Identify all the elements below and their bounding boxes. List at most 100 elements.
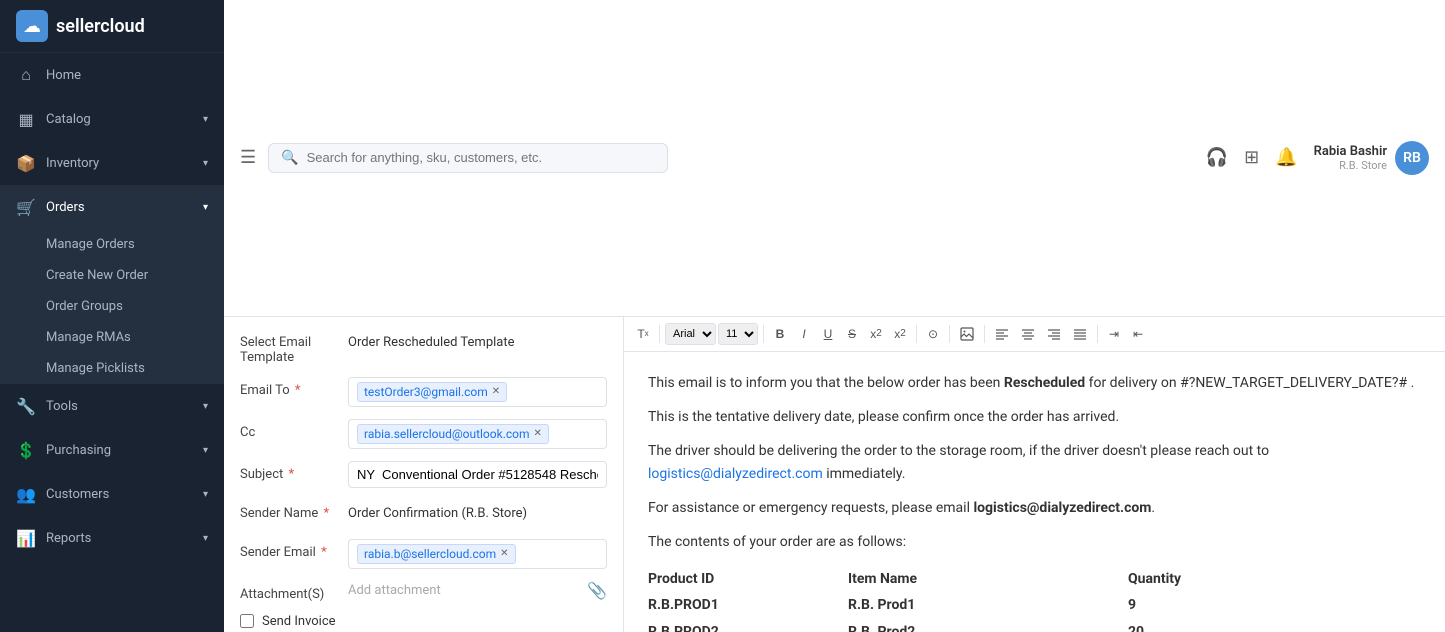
- attachments-label: Attachment(S): [240, 581, 340, 602]
- sidebar-item-tools[interactable]: 🔧 Tools ▾: [0, 384, 224, 428]
- logo-area: ☁ sellercloud: [0, 0, 224, 53]
- subject-value[interactable]: [348, 461, 607, 488]
- subscript-button[interactable]: x2: [865, 323, 887, 345]
- orders-icon: 🛒: [16, 197, 36, 217]
- headset-icon[interactable]: 🎧: [1206, 147, 1228, 168]
- justify-button[interactable]: [1068, 323, 1092, 345]
- cc-value[interactable]: rabia.sellercloud@outlook.com ✕: [348, 419, 607, 449]
- main-area: ☰ 🔍 🎧 ⊞ 🔔 Rabia Bashir R.B. Store RB Sel…: [224, 0, 1445, 632]
- attachment-placeholder: Add attachment: [348, 583, 579, 598]
- chevron-down-icon: ▾: [203, 202, 208, 213]
- toolbar-divider: [659, 325, 660, 343]
- logo-text: sellercloud: [56, 16, 145, 37]
- cc-tag-input[interactable]: rabia.sellercloud@outlook.com ✕: [348, 419, 607, 449]
- email-to-tag: testOrder3@gmail.com ✕: [357, 382, 507, 402]
- sidebar-item-orders[interactable]: 🛒 Orders ▾: [0, 185, 224, 229]
- outdent-button[interactable]: ⇤: [1127, 323, 1149, 345]
- attachments-row: Attachment(S) Add attachment 📎: [240, 581, 607, 602]
- bell-icon[interactable]: 🔔: [1275, 147, 1297, 168]
- driver-paragraph: The driver should be delivering the orde…: [648, 440, 1421, 485]
- purchasing-icon: 💲: [16, 440, 36, 460]
- underline-button[interactable]: U: [817, 323, 839, 345]
- item-name-2: R.B. Prod2: [848, 619, 1128, 632]
- sidebar-item-reports[interactable]: 📊 Reports ▾: [0, 516, 224, 560]
- insert-image-button[interactable]: [955, 323, 979, 345]
- sender-email-value[interactable]: rabia.b@sellercloud.com ✕: [348, 539, 607, 569]
- subject-row: Subject *: [240, 461, 607, 488]
- tentative-paragraph: This is the tentative delivery date, ple…: [648, 406, 1421, 428]
- email-to-tag-input[interactable]: testOrder3@gmail.com ✕: [348, 377, 607, 407]
- sidebar-item-catalog[interactable]: ▦ Catalog ▾: [0, 97, 224, 141]
- sender-email-tag-remove[interactable]: ✕: [500, 548, 508, 559]
- email-form-panel: Select Email Template Order Rescheduled …: [224, 317, 624, 632]
- email-to-value[interactable]: testOrder3@gmail.com ✕: [348, 377, 607, 407]
- toolbar-divider: [1097, 325, 1098, 343]
- editor-content[interactable]: This email is to inform you that the bel…: [624, 352, 1445, 632]
- toggle-button[interactable]: ⊙: [922, 323, 944, 345]
- table-row: R.B.PROD1 R.B. Prod1 9: [648, 592, 1421, 618]
- email-to-tag-remove[interactable]: ✕: [492, 386, 500, 397]
- cc-tag-remove[interactable]: ✕: [534, 428, 542, 439]
- required-marker: *: [324, 506, 330, 521]
- toolbar-divider: [984, 325, 985, 343]
- user-menu[interactable]: Rabia Bashir R.B. Store RB: [1314, 141, 1429, 175]
- sender-email-row: Sender Email * rabia.b@sellercloud.com ✕: [240, 539, 607, 569]
- sidebar-item-manage-orders[interactable]: Manage Orders: [0, 229, 224, 260]
- sender-email-tag: rabia.b@sellercloud.com ✕: [357, 544, 516, 564]
- toolbar-divider: [916, 325, 917, 343]
- subject-input[interactable]: [348, 461, 607, 488]
- logo-icon: ☁: [16, 10, 48, 42]
- sidebar-item-manage-picklists[interactable]: Manage Picklists: [0, 353, 224, 384]
- logistics-link-1[interactable]: logistics@dialyzedirect.com: [648, 466, 823, 482]
- search-icon: 🔍: [281, 150, 298, 166]
- clear-format-button[interactable]: Tx: [632, 323, 654, 345]
- font-size-select[interactable]: 11: [718, 323, 758, 345]
- cc-label: Cc: [240, 419, 340, 440]
- sidebar-item-order-groups[interactable]: Order Groups: [0, 291, 224, 322]
- align-center-button[interactable]: [1016, 323, 1040, 345]
- sidebar-item-label: Home: [46, 68, 208, 83]
- toolbar-divider: [763, 325, 764, 343]
- sidebar-item-label: Tools: [46, 399, 193, 414]
- send-invoice-label[interactable]: Send Invoice: [262, 614, 336, 629]
- sender-email-tag-input[interactable]: rabia.b@sellercloud.com ✕: [348, 539, 607, 569]
- customers-icon: 👥: [16, 484, 36, 504]
- sidebar-item-inventory[interactable]: 📦 Inventory ▾: [0, 141, 224, 185]
- sidebar-item-create-new-order[interactable]: Create New Order: [0, 260, 224, 291]
- font-family-select[interactable]: Arial: [665, 323, 716, 345]
- send-invoice-checkbox[interactable]: [240, 614, 254, 628]
- table-intro-paragraph: The contents of your order are as follow…: [648, 531, 1421, 553]
- bold-button[interactable]: B: [769, 323, 791, 345]
- chevron-down-icon: ▾: [203, 158, 208, 169]
- send-invoice-row: Send Invoice: [240, 614, 607, 629]
- align-left-button[interactable]: [990, 323, 1014, 345]
- grid-icon[interactable]: ⊞: [1244, 147, 1259, 168]
- sidebar-item-purchasing[interactable]: 💲 Purchasing ▾: [0, 428, 224, 472]
- attachment-area[interactable]: Add attachment 📎: [348, 581, 607, 600]
- align-right-button[interactable]: [1042, 323, 1066, 345]
- catalog-icon: ▦: [16, 109, 36, 129]
- sidebar-item-label: Orders: [46, 200, 193, 215]
- superscript-button[interactable]: x2: [889, 323, 911, 345]
- content-area: Select Email Template Order Rescheduled …: [224, 317, 1445, 632]
- product-id-2: R.B.PROD2: [648, 619, 848, 632]
- hamburger-icon[interactable]: ☰: [240, 147, 256, 168]
- strikethrough-button[interactable]: S: [841, 323, 863, 345]
- sidebar-item-manage-rmas[interactable]: Manage RMAs: [0, 322, 224, 353]
- search-input[interactable]: [307, 150, 656, 165]
- topbar-right: 🎧 ⊞ 🔔 Rabia Bashir R.B. Store RB: [1206, 141, 1429, 175]
- assistance-paragraph: For assistance or emergency requests, pl…: [648, 497, 1421, 519]
- sidebar-item-home[interactable]: ⌂ Home: [0, 53, 224, 97]
- sender-name-row: Sender Name * Order Confirmation (R.B. S…: [240, 500, 607, 527]
- cc-tag: rabia.sellercloud@outlook.com ✕: [357, 424, 549, 444]
- chevron-down-icon: ▾: [203, 445, 208, 456]
- user-store: R.B. Store: [1314, 159, 1387, 172]
- reports-icon: 📊: [16, 528, 36, 548]
- sender-email-tag-text: rabia.b@sellercloud.com: [364, 547, 496, 561]
- italic-button[interactable]: I: [793, 323, 815, 345]
- chevron-down-icon: ▾: [203, 114, 208, 125]
- indent-button[interactable]: ⇥: [1103, 323, 1125, 345]
- sidebar-item-customers[interactable]: 👥 Customers ▾: [0, 472, 224, 516]
- paperclip-icon[interactable]: 📎: [587, 581, 607, 600]
- search-bar[interactable]: 🔍: [268, 143, 668, 173]
